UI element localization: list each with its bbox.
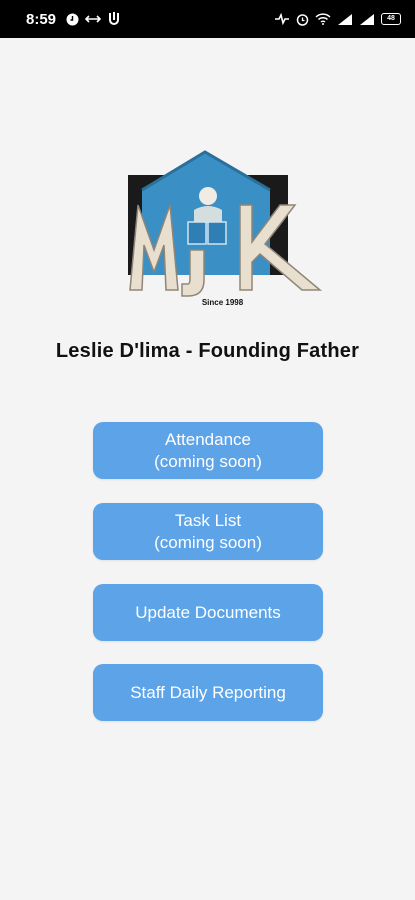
- battery-icon: 48: [381, 13, 401, 25]
- since-label: Since 1998: [201, 298, 244, 307]
- clock-icon: [66, 13, 79, 26]
- page-title: Leslie D'lima - Founding Father: [55, 340, 360, 362]
- task-list-button[interactable]: Task List (coming soon): [93, 503, 323, 560]
- data-saver-icon: [274, 13, 290, 25]
- button-label: Attendance: [164, 429, 251, 449]
- button-label: Staff Daily Reporting: [130, 682, 286, 702]
- button-label: Update Documents: [135, 602, 281, 622]
- button-sublabel: (coming soon): [154, 532, 262, 552]
- signal-icon: [337, 13, 353, 25]
- staff-daily-reporting-button[interactable]: Staff Daily Reporting: [93, 664, 323, 721]
- attendance-button[interactable]: Attendance (coming soon): [93, 422, 323, 479]
- school-logo: Since 1998: [120, 150, 325, 315]
- alarm-icon: [296, 13, 309, 26]
- signal-icon: [359, 13, 375, 25]
- mjk-logo-graphic: [128, 150, 323, 297]
- status-bar-left: 8:59: [26, 11, 121, 28]
- update-documents-button[interactable]: Update Documents: [93, 584, 323, 641]
- link-icon: [85, 14, 102, 24]
- status-bar: 8:59 48: [0, 0, 415, 38]
- button-label: Task List: [174, 510, 242, 530]
- status-time: 8:59: [26, 10, 57, 28]
- notification-icon: [107, 11, 121, 27]
- status-bar-right: 48: [274, 13, 401, 26]
- button-sublabel: (coming soon): [154, 451, 262, 471]
- wifi-icon: [315, 13, 331, 25]
